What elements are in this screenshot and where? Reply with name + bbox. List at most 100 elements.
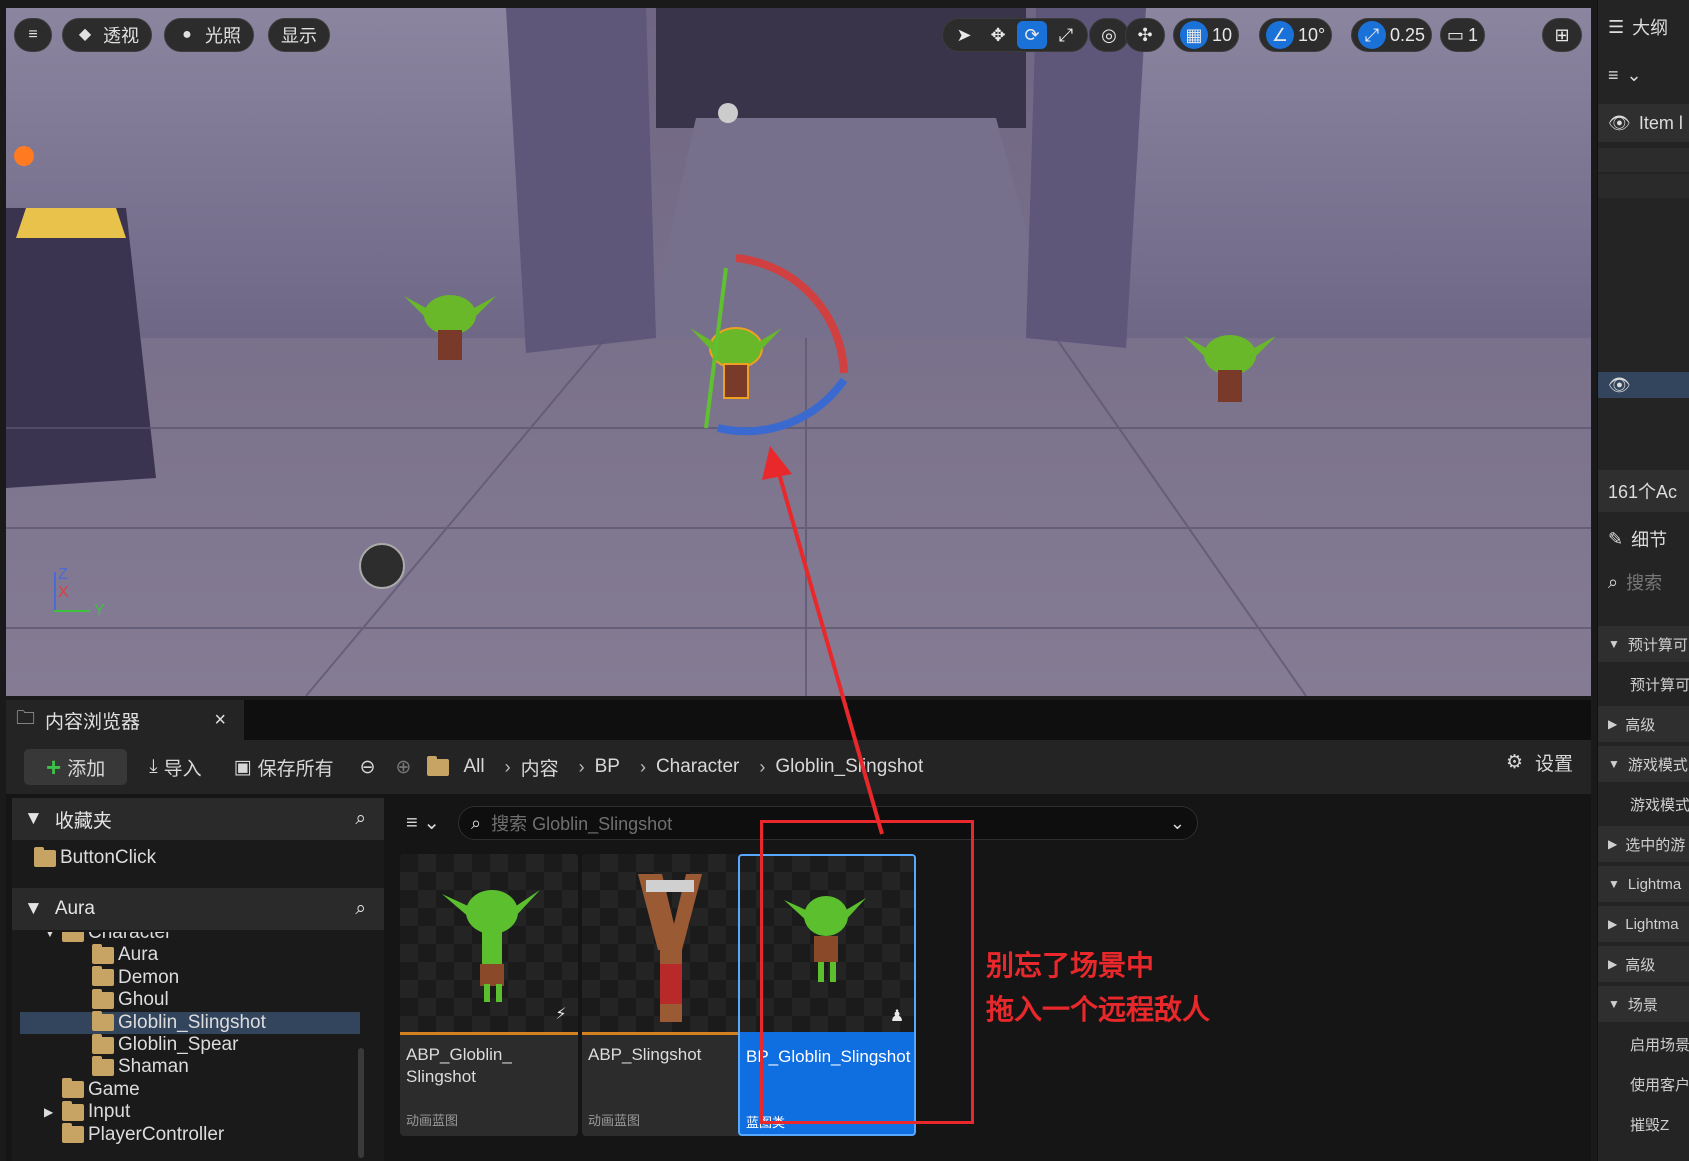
details-section-label: Lightma: [1627, 875, 1682, 893]
search-icon: ⌕: [1608, 571, 1619, 592]
details-header[interactable]: ✎ 细节: [1598, 520, 1689, 558]
favorites-header[interactable]: ▼ 收藏夹 ⌕: [12, 798, 384, 840]
cube-icon: ◆: [78, 26, 92, 43]
details-section-header[interactable]: ▼ Lightma: [1598, 866, 1689, 902]
chevron-right-icon[interactable]: ›: [505, 757, 511, 778]
grid-snap[interactable]: ▦ 10: [1173, 18, 1240, 52]
details-section-header[interactable]: ▶ 高级: [1598, 706, 1689, 742]
tree-folder-item[interactable]: Globlin_Spear: [92, 1033, 238, 1056]
tree-scrollbar[interactable]: [358, 1048, 364, 1158]
camera-speed[interactable]: ▭ 1: [1440, 18, 1486, 52]
level-viewport[interactable]: ≡ ◆ 透视 ● 光照 显示 ➤ ✥ ⟳ ⤢ ◎ ✣ ▦ 10 ∠ 10° ⤢ …: [6, 8, 1591, 696]
tree-folder-item[interactable]: ▶ Input: [44, 1100, 131, 1123]
filter-button[interactable]: ≡ ⌄: [406, 810, 440, 835]
search-icon[interactable]: ⌕: [355, 808, 366, 830]
folder-tree: ▼ Character Aura Demon Ghoul Globlin_Slingsho…: [12, 932, 384, 1161]
axis-x-label: X: [58, 584, 69, 601]
search-icon[interactable]: ⌕: [355, 898, 366, 920]
outliner-row[interactable]: [1598, 148, 1689, 172]
tree-folder-item[interactable]: Aura: [92, 943, 158, 966]
details-property-row[interactable]: 游戏模式: [1598, 786, 1689, 822]
outliner-row[interactable]: [1598, 174, 1689, 198]
cursor-icon: ➤: [956, 24, 972, 45]
save-all-label: 保存所有: [257, 758, 334, 780]
details-property-row[interactable]: 使用客户: [1598, 1066, 1689, 1102]
tree-folder-item[interactable]: ▼ Character: [44, 932, 171, 944]
details-property-row[interactable]: 摧毁Z: [1598, 1106, 1689, 1142]
details-search-input[interactable]: ⌕ 搜索: [1598, 565, 1689, 599]
breadcrumb-item[interactable]: Character: [656, 756, 739, 778]
outliner-details-panel: ☰ 大纲 ≡ ⌄ 👁 Item l 👁 161个Ac ✎ 细节 ⌕ 搜索 ▼ 预计…: [1597, 0, 1689, 1161]
translate-tool[interactable]: ✥: [983, 21, 1013, 49]
show-button[interactable]: 显示: [268, 18, 330, 52]
project-header[interactable]: ▼ Aura ⌕: [12, 888, 384, 930]
details-section-label: 启用场景: [1630, 1036, 1689, 1054]
triangle-right-icon: ▶: [1608, 917, 1618, 931]
details-section-header[interactable]: ▼ 场景: [1598, 986, 1689, 1022]
triangle-right-icon: ▶: [1608, 717, 1618, 731]
details-section-header[interactable]: ▶ 选中的游: [1598, 826, 1689, 862]
scale-snap-icon: ⤢: [1358, 21, 1386, 49]
annotation-text: 别忘了场景中 拖入一个远程敌人: [986, 944, 1210, 1032]
back-button[interactable]: ⊖: [356, 749, 380, 785]
close-icon[interactable]: ×: [214, 709, 226, 732]
lighting-button[interactable]: ● 光照: [164, 18, 254, 52]
details-section-header[interactable]: ▶ Lightma: [1598, 906, 1689, 942]
tree-folder-item[interactable]: Shaman: [92, 1055, 189, 1078]
chevron-right-icon[interactable]: ›: [640, 757, 646, 778]
chevron-right-icon[interactable]: ›: [579, 757, 585, 778]
details-section-header[interactable]: ▶ 高级: [1598, 946, 1689, 982]
details-property-row[interactable]: 预计算可: [1598, 666, 1689, 702]
settings-button[interactable]: ⚙ 设置: [1506, 749, 1573, 776]
coordinate-space-toggle[interactable]: ◎: [1089, 18, 1129, 52]
tree-folder-label: Ghoul: [118, 989, 169, 1011]
add-button[interactable]: + 添加: [24, 749, 128, 785]
tree-folder-item[interactable]: Ghoul: [92, 988, 169, 1011]
save-all-button[interactable]: ▣ 保存所有: [224, 749, 344, 785]
tree-folder-item[interactable]: Demon: [92, 966, 179, 989]
outliner-row-selected[interactable]: 👁: [1598, 372, 1689, 398]
viewport-layout-button[interactable]: ⊞: [1542, 18, 1582, 52]
eye-icon[interactable]: 👁: [1608, 375, 1631, 396]
tree-folder-item[interactable]: Game: [62, 1078, 140, 1101]
breadcrumb-item[interactable]: All: [463, 756, 484, 778]
tree-folder-label: PlayerController: [88, 1123, 225, 1145]
rotate-tool[interactable]: ⟳: [1017, 21, 1047, 49]
tree-folder-label: Input: [88, 1101, 131, 1123]
select-tool[interactable]: ➤: [949, 21, 979, 49]
triangle-right-icon[interactable]: ▶: [44, 1105, 58, 1119]
favorites-item[interactable]: ButtonClick: [34, 846, 156, 869]
asset-tile[interactable]: ⚡ ABP_Slingshot 动画蓝图: [582, 854, 760, 1136]
details-search-placeholder: 搜索: [1626, 573, 1663, 593]
tree-folder-item[interactable]: Globlin_Slingshot: [92, 1011, 266, 1034]
surface-snap-toggle[interactable]: ✣: [1125, 18, 1165, 52]
content-browser-tab[interactable]: 🗀 内容浏览器 ×: [6, 700, 244, 740]
details-section-label: 场景: [1627, 996, 1658, 1014]
chevron-right-icon[interactable]: ›: [759, 757, 765, 778]
triangle-down-icon[interactable]: ▼: [44, 932, 58, 940]
breadcrumb-item[interactable]: 内容: [521, 754, 559, 781]
tree-folder-item[interactable]: PlayerController: [62, 1123, 225, 1146]
perspective-button[interactable]: ◆ 透视: [62, 18, 152, 52]
breadcrumb-item[interactable]: Globlin_Slingshot: [775, 756, 923, 778]
rotation-snap[interactable]: ∠ 10°: [1259, 18, 1333, 52]
snap-icon: ✣: [1137, 24, 1153, 45]
details-section-header[interactable]: ▼ 游戏模式: [1598, 746, 1689, 782]
scale-tool[interactable]: ⤢: [1051, 21, 1081, 49]
scale-snap[interactable]: ⤢ 0.25: [1351, 18, 1433, 52]
content-browser-icon: 🗀: [16, 708, 36, 729]
outliner-filter-button[interactable]: ≡ ⌄: [1598, 58, 1689, 92]
outliner-header[interactable]: ☰ 大纲: [1598, 10, 1689, 44]
viewport-options-button[interactable]: ≡: [14, 18, 52, 52]
import-button[interactable]: ⤓ 导入: [139, 749, 211, 785]
eye-icon[interactable]: 👁: [1608, 113, 1631, 134]
actor-count-label: 161个Ac: [1608, 482, 1678, 502]
grid-snap-value: 10: [1212, 24, 1233, 45]
chevron-down-icon[interactable]: ⌄: [1170, 813, 1185, 834]
details-section-header[interactable]: ▼ 预计算可: [1598, 626, 1689, 662]
breadcrumb-item[interactable]: BP: [595, 756, 620, 778]
viewport-scene[interactable]: [6, 8, 1591, 696]
details-property-row[interactable]: 启用场景: [1598, 1026, 1689, 1062]
forward-button[interactable]: ⊕: [392, 749, 416, 785]
asset-tile[interactable]: ⚡ ABP_Globlin_ Slingshot 动画蓝图: [400, 854, 578, 1136]
